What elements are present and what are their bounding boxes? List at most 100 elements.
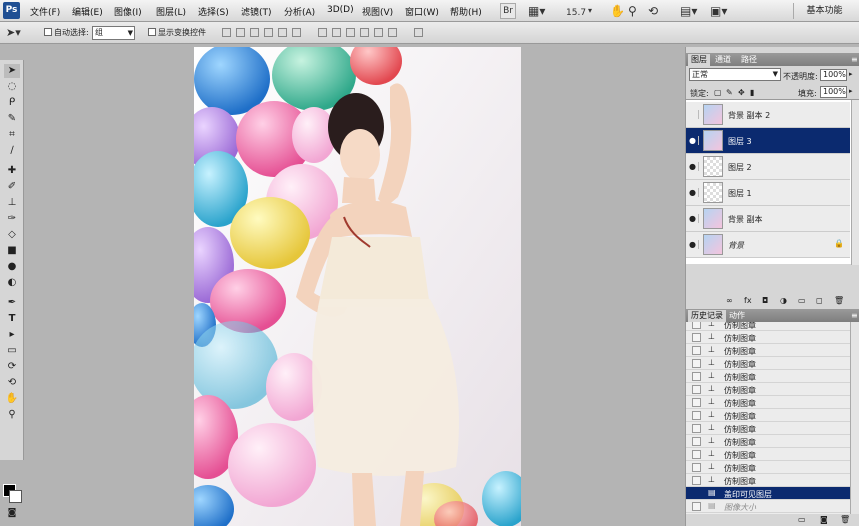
layers-scrollbar[interactable] bbox=[851, 100, 859, 265]
menu-select[interactable]: 选择(S) bbox=[198, 5, 229, 18]
history-brush-source[interactable] bbox=[692, 463, 701, 472]
path-select-tool-icon[interactable]: ▸ bbox=[4, 328, 20, 342]
history-brush-source[interactable] bbox=[692, 322, 701, 329]
history-state[interactable]: ⊥ 仿制图章 bbox=[686, 322, 850, 331]
history-state[interactable]: ▤ 图像大小 bbox=[686, 500, 850, 513]
visibility-toggle[interactable] bbox=[689, 110, 699, 119]
pen-tool-icon[interactable]: ✒ bbox=[4, 296, 20, 310]
brush-tool-icon[interactable]: ✐ bbox=[4, 180, 20, 194]
menu-3d[interactable]: 3D(D) bbox=[327, 5, 354, 15]
distribute-vcenter-icon[interactable] bbox=[332, 28, 341, 37]
history-brush-source[interactable] bbox=[692, 411, 701, 420]
history-brush-source[interactable] bbox=[692, 424, 701, 433]
history-state[interactable]: ⊥ 仿制图章 bbox=[686, 435, 850, 448]
distribute-top-icon[interactable] bbox=[318, 28, 327, 37]
distribute-bottom-icon[interactable] bbox=[346, 28, 355, 37]
bridge-button[interactable]: Br bbox=[500, 3, 516, 19]
eyedropper-tool-icon[interactable]: ∕ bbox=[4, 144, 20, 158]
layer-row[interactable]: ● 图层 1 bbox=[686, 180, 850, 206]
zoom-tool-icon[interactable]: ⚲ bbox=[4, 408, 20, 422]
blend-mode-dropdown[interactable]: 正常 ▼ bbox=[689, 68, 781, 81]
arrange-documents-icon[interactable]: ▤▾ bbox=[680, 3, 697, 19]
healing-brush-tool-icon[interactable]: ✚ bbox=[4, 164, 20, 178]
tab-layers[interactable]: 图层 bbox=[688, 54, 710, 66]
rotate-view-icon[interactable]: ⟲ bbox=[648, 3, 658, 19]
align-top-icon[interactable] bbox=[222, 28, 231, 37]
lock-transparency-icon[interactable]: ▢ bbox=[714, 88, 722, 97]
history-state[interactable]: ⊥ 仿制图章 bbox=[686, 357, 850, 370]
layer-row[interactable]: ● 背景 🔒 bbox=[686, 232, 850, 258]
show-transform-checkbox[interactable]: 显示变换控件 bbox=[148, 27, 206, 38]
history-state[interactable]: ⊥ 仿制图章 bbox=[686, 396, 850, 409]
screen-mode-icon[interactable]: ▣▾ bbox=[710, 3, 727, 19]
history-scrollbar[interactable] bbox=[850, 322, 859, 514]
background-color-swatch[interactable] bbox=[9, 490, 22, 503]
new-group-icon[interactable]: ▭ bbox=[798, 296, 806, 305]
layer-row[interactable]: ● 图层 2 bbox=[686, 154, 850, 180]
document-canvas[interactable] bbox=[194, 47, 521, 526]
align-hcenter-icon[interactable] bbox=[278, 28, 287, 37]
menu-view[interactable]: 视图(V) bbox=[362, 5, 393, 18]
layer-row-selected[interactable]: ● 图层 3 bbox=[686, 128, 850, 154]
eye-icon[interactable]: ● bbox=[689, 162, 699, 171]
crop-tool-icon[interactable]: ⌗ bbox=[4, 128, 20, 142]
panel-menu-icon[interactable]: ≡ bbox=[848, 310, 859, 322]
lock-position-icon[interactable]: ✥ bbox=[738, 88, 745, 97]
opacity-input[interactable]: 100% bbox=[820, 69, 847, 81]
history-brush-source[interactable] bbox=[692, 398, 701, 407]
history-state[interactable]: ⊥ 仿制图章 bbox=[686, 331, 850, 344]
menu-file[interactable]: 文件(F) bbox=[30, 5, 60, 18]
move-tool-icon[interactable]: ➤ bbox=[4, 64, 20, 78]
eye-icon[interactable]: ● bbox=[689, 136, 699, 145]
history-state[interactable]: ⊥ 仿制图章 bbox=[686, 474, 850, 487]
distribute-hcenter-icon[interactable] bbox=[374, 28, 383, 37]
align-right-icon[interactable] bbox=[292, 28, 301, 37]
menu-analysis[interactable]: 分析(A) bbox=[284, 5, 315, 18]
zoom-level[interactable]: 15.7 bbox=[566, 5, 586, 21]
menu-filter[interactable]: 滤镜(T) bbox=[241, 5, 272, 18]
delete-state-icon[interactable]: 🗑 bbox=[840, 515, 850, 524]
3d-rotate-tool-icon[interactable]: ⟳ bbox=[4, 360, 20, 374]
auto-select-dropdown[interactable]: 组 ▼ bbox=[92, 26, 135, 40]
auto-align-icon[interactable] bbox=[414, 28, 423, 37]
history-brush-source[interactable] bbox=[692, 476, 701, 485]
history-state[interactable]: ⊥ 仿制图章 bbox=[686, 461, 850, 474]
layer-style-icon[interactable]: fx bbox=[744, 296, 752, 305]
new-snapshot-icon[interactable]: ◙ bbox=[820, 515, 828, 524]
shape-tool-icon[interactable]: ▭ bbox=[4, 344, 20, 358]
tab-history[interactable]: 历史记录 bbox=[688, 310, 726, 322]
hand-icon[interactable]: ✋ bbox=[610, 3, 625, 19]
history-brush-source[interactable] bbox=[692, 346, 701, 355]
zoom-icon[interactable]: ⚲ bbox=[628, 3, 637, 19]
clone-stamp-tool-icon[interactable]: ⊥ bbox=[4, 196, 20, 210]
history-brush-source[interactable] bbox=[692, 333, 701, 342]
lasso-tool-icon[interactable]: ᑭ bbox=[4, 96, 20, 110]
history-brush-source[interactable] bbox=[692, 385, 701, 394]
fill-input[interactable]: 100% bbox=[820, 86, 847, 98]
hand-tool-icon[interactable]: ✋ bbox=[4, 392, 20, 406]
history-state[interactable]: ⊥ 仿制图章 bbox=[686, 370, 850, 383]
quick-mask-icon[interactable]: ◙ bbox=[4, 506, 20, 520]
history-brush-source[interactable] bbox=[692, 372, 701, 381]
history-state[interactable]: ⊥ 仿制图章 bbox=[686, 448, 850, 461]
new-document-from-state-icon[interactable]: ▭ bbox=[798, 515, 806, 524]
history-brush-source[interactable] bbox=[692, 359, 701, 368]
distribute-right-icon[interactable] bbox=[388, 28, 397, 37]
delete-layer-icon[interactable]: 🗑 bbox=[834, 296, 844, 305]
align-vcenter-icon[interactable] bbox=[236, 28, 245, 37]
eye-icon[interactable]: ● bbox=[689, 214, 699, 223]
history-brush-source[interactable] bbox=[692, 502, 701, 511]
tab-paths[interactable]: 路径 bbox=[738, 54, 760, 66]
link-layers-icon[interactable]: ∞ bbox=[726, 296, 733, 305]
view-extras-icon[interactable]: ▦▾ bbox=[528, 3, 545, 19]
history-brush-source[interactable] bbox=[692, 437, 701, 446]
layer-row[interactable]: 背景 副本 2 bbox=[686, 102, 850, 128]
history-state[interactable]: ⊥ 仿制图章 bbox=[686, 383, 850, 396]
align-bottom-icon[interactable] bbox=[250, 28, 259, 37]
move-tool-preset-icon[interactable]: ➤▾ bbox=[6, 25, 21, 41]
blur-tool-icon[interactable]: ● bbox=[4, 260, 20, 274]
history-state-selected[interactable]: ▤ 盖印可见图层 bbox=[686, 487, 850, 500]
panel-menu-icon[interactable]: ≡ bbox=[848, 54, 859, 66]
auto-select-checkbox[interactable]: 自动选择: bbox=[44, 27, 89, 38]
workspace-switcher[interactable]: 基本功能 bbox=[793, 3, 855, 19]
